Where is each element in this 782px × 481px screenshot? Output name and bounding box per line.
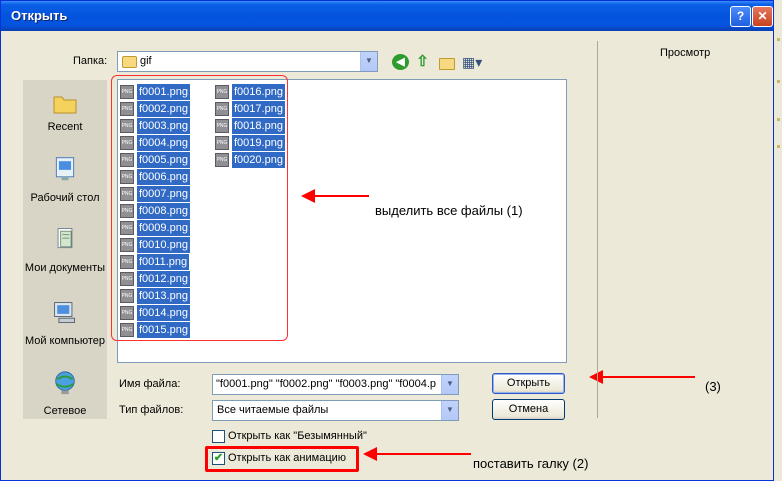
folder-value: gif xyxy=(140,55,152,67)
filename-input[interactable]: "f0001.png" "f0002.png" "f0003.png" "f00… xyxy=(212,374,459,395)
filetype-select[interactable]: Все читаемые файлы ▼ xyxy=(212,400,459,421)
up-icon[interactable]: ⇧ xyxy=(414,54,431,70)
chevron-down-icon[interactable]: ▼ xyxy=(441,401,458,420)
network-icon xyxy=(55,371,75,395)
preview-label: Просмотр xyxy=(660,47,711,59)
arrow-left-icon xyxy=(363,447,471,461)
check-icon[interactable]: ✔ xyxy=(212,452,225,465)
close-button[interactable]: ✕ xyxy=(752,6,773,27)
background-strip xyxy=(774,0,782,481)
folder-select[interactable]: gif ▼ xyxy=(117,51,378,72)
chevron-down-icon[interactable]: ▼ xyxy=(360,52,377,71)
back-icon[interactable]: ◀ xyxy=(392,54,409,70)
checkbox-box[interactable] xyxy=(212,430,225,443)
place-label: Рабочий стол xyxy=(30,192,100,204)
background-dot xyxy=(777,38,780,41)
checkbox-label: Открыть как анимацию xyxy=(228,452,347,464)
desktop-icon xyxy=(55,157,75,181)
my-computer-icon xyxy=(54,302,75,323)
recent-folder-icon xyxy=(53,96,77,114)
background-dot xyxy=(777,145,780,148)
open-button[interactable]: Открыть xyxy=(492,373,565,394)
selection-highlight-box xyxy=(111,75,288,341)
place-label: Мой компьютер xyxy=(24,335,106,347)
background-dot xyxy=(777,80,780,83)
place-network[interactable]: Сетевое xyxy=(23,370,107,418)
annotation-select-all: выделить все файлы (1) xyxy=(375,203,523,218)
filetype-value: Все читаемые файлы xyxy=(217,404,329,416)
place-label: Мои документы xyxy=(24,262,106,274)
checkbox-label: Открыть как "Безымянный" xyxy=(228,430,367,442)
preview-panel: Просмотр xyxy=(597,41,774,418)
help-button[interactable]: ? xyxy=(730,6,751,27)
places-bar: Recent Рабочий стол Мои документы Мой ко… xyxy=(23,80,107,419)
chevron-down-icon[interactable]: ▼ xyxy=(441,375,458,394)
place-my-documents[interactable]: Мои документы xyxy=(23,226,107,286)
cancel-button[interactable]: Отмена xyxy=(492,399,565,420)
place-my-computer[interactable]: Мой компьютер xyxy=(23,300,107,362)
window-title: Открыть xyxy=(11,8,68,23)
folder-icon xyxy=(122,56,137,68)
title-bar[interactable]: Открыть ? ✕ xyxy=(1,1,773,31)
arrow-left-icon xyxy=(301,189,369,203)
view-menu-icon[interactable]: ▦▾ xyxy=(462,54,486,70)
filetype-label: Тип файлов: xyxy=(119,404,184,416)
folder-label: Папка: xyxy=(73,55,108,67)
annotation-set-check: поставить галку (2) xyxy=(473,456,589,471)
place-label: Сетевое xyxy=(43,405,87,417)
my-documents-icon xyxy=(57,228,73,249)
place-recent[interactable]: Recent xyxy=(23,90,107,150)
filename-value: "f0001.png" "f0002.png" "f0003.png" "f00… xyxy=(216,378,437,390)
background-dot xyxy=(777,118,780,121)
filename-label: Имя файла: xyxy=(119,378,181,390)
place-label: Recent xyxy=(47,121,83,133)
new-folder-icon[interactable] xyxy=(438,54,455,70)
open-dialog-window: Открыть ? ✕ Папка: gif ▼ ◀ ⇧ ▦▾ Recent Р… xyxy=(0,0,774,481)
place-desktop[interactable]: Рабочий стол xyxy=(23,156,107,216)
